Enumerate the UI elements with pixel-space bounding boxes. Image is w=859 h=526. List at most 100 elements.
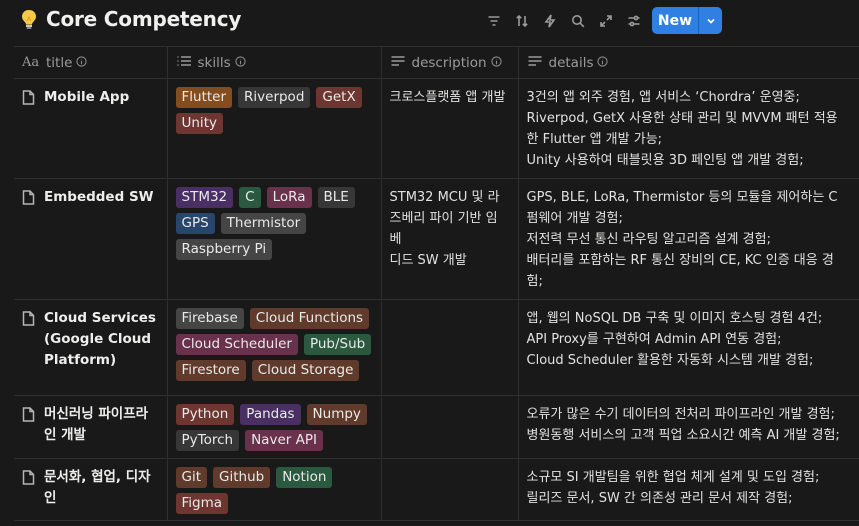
title-cell-content: 문서화, 협업, 디자 인 bbox=[22, 467, 159, 509]
skill-tag[interactable]: STM32 bbox=[175, 187, 234, 208]
column-label: details bbox=[548, 54, 594, 71]
cell-details[interactable]: GPS, BLE, LoRa, Thermistor 등의 모듈을 제어하는 C… bbox=[518, 178, 859, 300]
details-line: 병원동행 서비스의 고객 픽업 소요시간 예측 AI 개발 경험; bbox=[526, 428, 840, 443]
details-line: 배터리를 포함하는 RF 통신 장비의 CE, KC 인증 대응 경 bbox=[526, 253, 834, 268]
title-cell-content: Embedded SW bbox=[22, 187, 159, 208]
row-title[interactable]: Cloud Services (Google Cloud Platform) bbox=[44, 308, 156, 371]
skill-tag[interactable]: Cloud Scheduler bbox=[175, 334, 298, 355]
details-line: 오류가 많은 수기 데이터의 전처리 파이프라인 개발 경험; bbox=[526, 407, 835, 422]
info-icon[interactable] bbox=[235, 55, 246, 71]
row-title[interactable]: 머신러닝 파이프라 인 개발 bbox=[44, 404, 148, 446]
cell-skills[interactable]: Flutter Riverpod GetX Unity bbox=[167, 78, 382, 179]
column-header-description[interactable]: description bbox=[381, 46, 519, 79]
cell-description[interactable] bbox=[381, 299, 519, 396]
skill-tag[interactable]: C bbox=[239, 187, 261, 208]
cell-skills[interactable]: Python Pandas Numpy PyTorch Naver API bbox=[167, 395, 382, 459]
details-line: API Proxy를 구현하여 Admin API 연동 경험; bbox=[526, 332, 782, 347]
table-header-row: Aa title skills description details bbox=[14, 46, 859, 79]
row-title-line: 인 bbox=[44, 490, 57, 506]
skill-tag[interactable]: Thermistor bbox=[220, 213, 307, 234]
cell-details[interactable]: 오류가 많은 수기 데이터의 전처리 파이프라인 개발 경험; 병원동행 서비스의… bbox=[518, 395, 859, 459]
skill-tags: Python Pandas Numpy PyTorch Naver API bbox=[175, 404, 373, 451]
row-title-line: (Google Cloud bbox=[44, 331, 152, 347]
details-line: Cloud Scheduler 활용한 자동화 시스템 개발 경험; bbox=[526, 353, 814, 368]
expand-icon[interactable] bbox=[592, 9, 620, 33]
search-icon[interactable] bbox=[564, 9, 592, 33]
skill-tag[interactable]: GPS bbox=[175, 213, 215, 234]
skill-tag[interactable]: Git bbox=[175, 467, 208, 488]
table-row[interactable]: Cloud Services (Google Cloud Platform) Fire… bbox=[14, 299, 859, 396]
skill-tag[interactable]: Numpy bbox=[306, 404, 367, 425]
toolbar bbox=[480, 9, 648, 33]
cell-title[interactable]: 머신러닝 파이프라 인 개발 bbox=[14, 395, 168, 459]
title-cell-content: Mobile App bbox=[22, 87, 159, 108]
cell-title[interactable]: Mobile App bbox=[14, 78, 168, 179]
row-title-line: Platform) bbox=[44, 352, 117, 368]
row-title[interactable]: Mobile App bbox=[44, 87, 129, 108]
table-row[interactable]: Embedded SW STM32 C LoRa BLE GPS Thermistor Ras… bbox=[14, 178, 859, 300]
column-label: skills bbox=[197, 54, 231, 71]
details-line: Unity 사용하여 태블릿용 3D 페인팅 앱 개발 경험; bbox=[526, 153, 804, 168]
row-title-line: 머신러닝 파이프라 bbox=[44, 406, 149, 422]
column-header-skills[interactable]: skills bbox=[167, 46, 382, 79]
settings-sliders-icon[interactable] bbox=[620, 9, 648, 33]
cell-details[interactable]: 앱, 웹의 NoSQL DB 구축 및 이미지 호스팅 경험 4건; API Pr… bbox=[518, 299, 859, 396]
info-icon[interactable] bbox=[76, 55, 88, 71]
skill-tag[interactable]: Github bbox=[213, 467, 271, 488]
page-document-icon bbox=[22, 467, 38, 488]
cell-description[interactable]: STM32 MCU 및 라 즈베리 파이 기반 임베 디드 SW 개발 bbox=[381, 178, 519, 300]
details-line: 앱, 웹의 NoSQL DB 구축 및 이미지 호스팅 경험 4건; bbox=[526, 311, 823, 326]
skill-tag[interactable]: Cloud Functions bbox=[249, 308, 370, 329]
column-header-title[interactable]: Aa title bbox=[14, 46, 168, 79]
description-line: 크로스플랫폼 앱 개발 bbox=[389, 90, 506, 105]
skill-tag[interactable]: Naver API bbox=[245, 430, 323, 451]
skill-tag[interactable]: Pandas bbox=[240, 404, 301, 425]
skill-tag[interactable]: Notion bbox=[276, 467, 333, 488]
info-icon[interactable] bbox=[597, 55, 609, 71]
page-document-icon bbox=[22, 404, 38, 425]
skill-tag[interactable]: Figma bbox=[175, 493, 229, 514]
skill-tag[interactable]: Raspberry Pi bbox=[175, 239, 273, 260]
skill-tag[interactable]: Firestore bbox=[175, 360, 246, 381]
filter-icon[interactable] bbox=[480, 9, 508, 33]
cell-description[interactable] bbox=[381, 458, 519, 521]
automation-bolt-icon[interactable] bbox=[536, 9, 564, 33]
table-row[interactable]: 머신러닝 파이프라 인 개발 Python Pandas Numpy PyTorch Nav… bbox=[14, 395, 859, 459]
sort-icon[interactable] bbox=[508, 9, 536, 33]
table-row[interactable]: Mobile App Flutter Riverpod GetX Unity 크로스플랫폼… bbox=[14, 78, 859, 179]
skill-tag[interactable]: Pub/Sub bbox=[303, 334, 372, 355]
cell-details[interactable]: 소규모 SI 개발팀을 위한 협업 체계 설계 및 도입 경험; 릴리즈 문서, … bbox=[518, 458, 859, 521]
column-header-details[interactable]: details bbox=[518, 46, 859, 79]
skill-tag[interactable]: Python bbox=[175, 404, 235, 425]
cell-title[interactable]: 문서화, 협업, 디자 인 bbox=[14, 458, 168, 521]
page-title: Core Competency bbox=[46, 7, 242, 31]
skill-tag[interactable]: BLE bbox=[317, 187, 355, 208]
row-title[interactable]: Embedded SW bbox=[44, 187, 154, 208]
new-button-group: New bbox=[652, 7, 722, 34]
details-line: 릴리즈 문서, SW 간 의존성 관리 문서 제작 경험; bbox=[526, 491, 793, 506]
cell-description[interactable] bbox=[381, 395, 519, 459]
title-cell-content: 머신러닝 파이프라 인 개발 bbox=[22, 404, 159, 446]
table-row[interactable]: 문서화, 협업, 디자 인 Git Github Notion Figma 소규모 SI 개… bbox=[14, 458, 859, 521]
skill-tag[interactable]: Flutter bbox=[175, 87, 233, 108]
new-dropdown-button[interactable] bbox=[699, 7, 722, 34]
database-header: Core Competency New bbox=[0, 0, 859, 42]
cell-skills[interactable]: Firebase Cloud Functions Cloud Scheduler Pu… bbox=[167, 299, 382, 396]
cell-skills[interactable]: Git Github Notion Figma bbox=[167, 458, 382, 521]
details-line: 험; bbox=[526, 274, 543, 289]
cell-title[interactable]: Cloud Services (Google Cloud Platform) bbox=[14, 299, 168, 396]
new-button[interactable]: New bbox=[652, 7, 698, 34]
cell-title[interactable]: Embedded SW bbox=[14, 178, 168, 300]
cell-details[interactable]: 3건의 앱 외주 경험, 앱 서비스 ‘Chordra’ 운영중; Riverpo… bbox=[518, 78, 859, 179]
cell-skills[interactable]: STM32 C LoRa BLE GPS Thermistor Raspberry Pi bbox=[167, 178, 382, 300]
skill-tag[interactable]: Riverpod bbox=[238, 87, 311, 108]
cell-description[interactable]: 크로스플랫폼 앱 개발 bbox=[381, 78, 519, 179]
skill-tag[interactable]: PyTorch bbox=[175, 430, 240, 451]
skill-tag[interactable]: GetX bbox=[316, 87, 362, 108]
skill-tag[interactable]: Unity bbox=[175, 113, 223, 134]
skill-tag[interactable]: Cloud Storage bbox=[251, 360, 360, 381]
info-icon[interactable] bbox=[490, 55, 502, 71]
row-title[interactable]: 문서화, 협업, 디자 인 bbox=[44, 467, 151, 509]
skill-tag[interactable]: LoRa bbox=[266, 187, 312, 208]
skill-tag[interactable]: Firebase bbox=[175, 308, 244, 329]
